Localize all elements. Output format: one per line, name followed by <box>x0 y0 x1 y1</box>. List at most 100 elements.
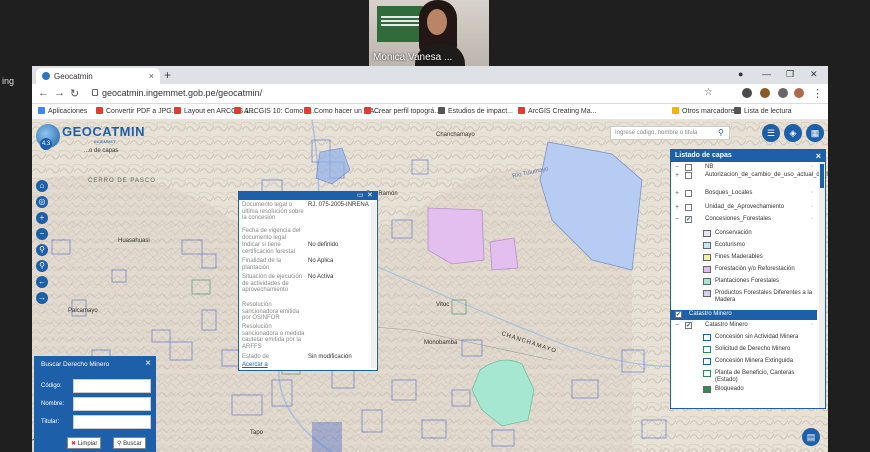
close-icon[interactable]: × <box>145 358 151 369</box>
search-icon: ⚲ <box>117 441 122 447</box>
forward-icon[interactable]: → <box>54 87 65 99</box>
extension-icon[interactable] <box>742 88 752 98</box>
legend-swatch <box>703 290 711 297</box>
legend-swatch <box>703 386 711 393</box>
close-icon[interactable]: × <box>816 151 821 161</box>
profile-avatar[interactable] <box>794 88 804 98</box>
map-label: Tapo <box>250 430 264 436</box>
list-button[interactable]: ☰ <box>762 124 780 142</box>
limpiar-button[interactable]: ✖ Limpiar <box>67 437 102 449</box>
bookmark-icon <box>364 107 371 114</box>
map-label: CERRO DE PASCO <box>88 178 156 184</box>
home-icon[interactable]: ⌂ <box>36 180 48 192</box>
feature-popup: ▭ ✕ Documento legal o última resolución … <box>238 191 378 371</box>
puzzle-icon[interactable] <box>778 88 788 98</box>
tab-title: Geocatmin <box>54 72 93 81</box>
popup-scrollbar[interactable] <box>371 202 376 368</box>
layers-button[interactable]: ◈ <box>784 124 802 142</box>
layer-checkbox[interactable]: ✔ <box>675 311 682 318</box>
zoom-box-icon[interactable]: ⚲ <box>36 244 48 256</box>
reload-icon[interactable]: ↻ <box>70 87 79 100</box>
layer-checkbox[interactable] <box>685 172 692 179</box>
bookmarks-bar: Aplicaciones Convertir PDF a JPG... Layout… <box>32 104 828 120</box>
bookmark-item[interactable]: Estudios de impact... <box>438 107 513 115</box>
bookmark-item[interactable]: ARCGIS 10: Como e... <box>234 107 315 115</box>
titular-label: Titular: <box>41 419 60 425</box>
codigo-label: Código: <box>41 383 62 389</box>
legend-swatch <box>703 278 711 285</box>
bookmark-icon <box>304 107 311 114</box>
forward-extent-icon[interactable]: → <box>36 292 48 304</box>
collapse-icon[interactable]: − <box>675 164 679 171</box>
back-icon[interactable]: ← <box>38 87 49 99</box>
nombre-field[interactable] <box>73 397 151 411</box>
zoom-in-icon[interactable]: + <box>36 212 48 224</box>
participant-video: Monica Vanesa ... <box>369 0 489 66</box>
extension-2-icon[interactable] <box>760 88 770 98</box>
zoom-to-link[interactable]: Acercar a <box>242 362 268 368</box>
tab-close-icon[interactable]: × <box>149 71 154 81</box>
popup-close-icon[interactable]: ✕ <box>367 192 373 200</box>
layer-checkbox[interactable]: ✔ <box>685 216 692 223</box>
map-search-input[interactable]: Ingrese código, nombre o titula <box>610 126 730 140</box>
layer-scrollbar[interactable] <box>819 162 825 408</box>
buscar-button[interactable]: ⚲ Buscar <box>113 437 146 449</box>
layer-options-icon[interactable]: ◦ <box>811 322 813 329</box>
layer-options-icon[interactable]: ◦ <box>811 216 813 223</box>
codigo-field[interactable] <box>73 379 151 393</box>
scroll-thumb[interactable] <box>820 164 824 188</box>
bookmark-item[interactable]: Otros marcadores <box>672 107 738 115</box>
logo-word: GEOCATMIN <box>62 124 145 139</box>
bookmark-icon <box>672 107 679 114</box>
table-button[interactable]: ▤ <box>802 428 820 446</box>
layer-item[interactable]: ✔ Catastro Minero <box>671 310 817 320</box>
back-extent-icon[interactable]: ← <box>36 276 48 288</box>
url-field[interactable]: geocatmin.ingemmet.gob.pe/geocatmin/ <box>102 88 262 98</box>
locate-icon[interactable]: ◎ <box>36 196 48 208</box>
map-label: Monobamba <box>424 340 458 346</box>
expand-icon[interactable]: + <box>675 190 679 197</box>
restore-icon[interactable]: ❐ <box>786 69 794 80</box>
map-canvas[interactable]: Chanchamayo San Ramón Huasahuasi Palcama… <box>32 120 828 452</box>
new-tab-button[interactable]: + <box>164 68 171 82</box>
legend-swatch <box>703 266 711 273</box>
legend-swatch <box>703 370 711 377</box>
bookmark-item[interactable]: Convertir PDF a JPG... <box>96 107 178 115</box>
collapse-icon[interactable]: − <box>675 216 679 223</box>
layers-hint: ...o de capas <box>84 148 119 154</box>
expand-icon[interactable]: + <box>675 204 679 211</box>
layer-options-icon[interactable]: ◦ <box>811 190 813 197</box>
layer-checkbox[interactable]: ✔ <box>685 322 692 329</box>
expand-icon[interactable]: + <box>675 172 679 179</box>
bookmark-icon <box>438 107 445 114</box>
record-icon[interactable]: ● <box>738 69 743 79</box>
layer-checkbox[interactable] <box>685 164 692 171</box>
collapse-icon[interactable]: − <box>675 322 679 329</box>
legend-swatch <box>703 346 711 353</box>
layer-checkbox[interactable] <box>685 190 692 197</box>
bookmark-icon <box>518 107 525 114</box>
menu-icon[interactable]: ⋮ <box>812 87 823 100</box>
lock-icon <box>92 89 98 96</box>
layer-options-icon[interactable]: ◦ <box>811 164 813 171</box>
close-window-icon[interactable]: ✕ <box>810 69 818 80</box>
minimize-icon[interactable]: — <box>762 69 771 79</box>
meeting-left-strip: ing <box>0 66 32 452</box>
search-icon[interactable]: ⚲ <box>718 128 724 137</box>
legend-swatch <box>703 358 711 365</box>
grid-button[interactable]: ▦ <box>806 124 824 142</box>
zoom-box-out-icon[interactable]: ⚲ <box>36 260 48 272</box>
maximize-icon[interactable]: ▭ <box>357 192 364 200</box>
titular-field[interactable] <box>73 415 151 429</box>
tab-geocatmin[interactable]: Geocatmin × <box>36 68 160 84</box>
star-icon[interactable]: ☆ <box>704 87 713 98</box>
bookmark-item[interactable]: Crear perfil topográ... <box>364 107 440 115</box>
layer-checkbox[interactable] <box>685 204 692 211</box>
bookmark-icon <box>734 107 741 114</box>
tab-bar: Geocatmin × + ● — ❐ ✕ <box>32 66 828 84</box>
bookmark-item[interactable]: ArcGIS Creating Ma... <box>518 107 596 115</box>
bookmark-item[interactable]: Aplicaciones <box>38 107 87 115</box>
layer-options-icon[interactable]: ◦ <box>811 204 813 211</box>
zoom-out-icon[interactable]: − <box>36 228 48 240</box>
bookmark-item[interactable]: Lista de lectura <box>734 107 791 115</box>
